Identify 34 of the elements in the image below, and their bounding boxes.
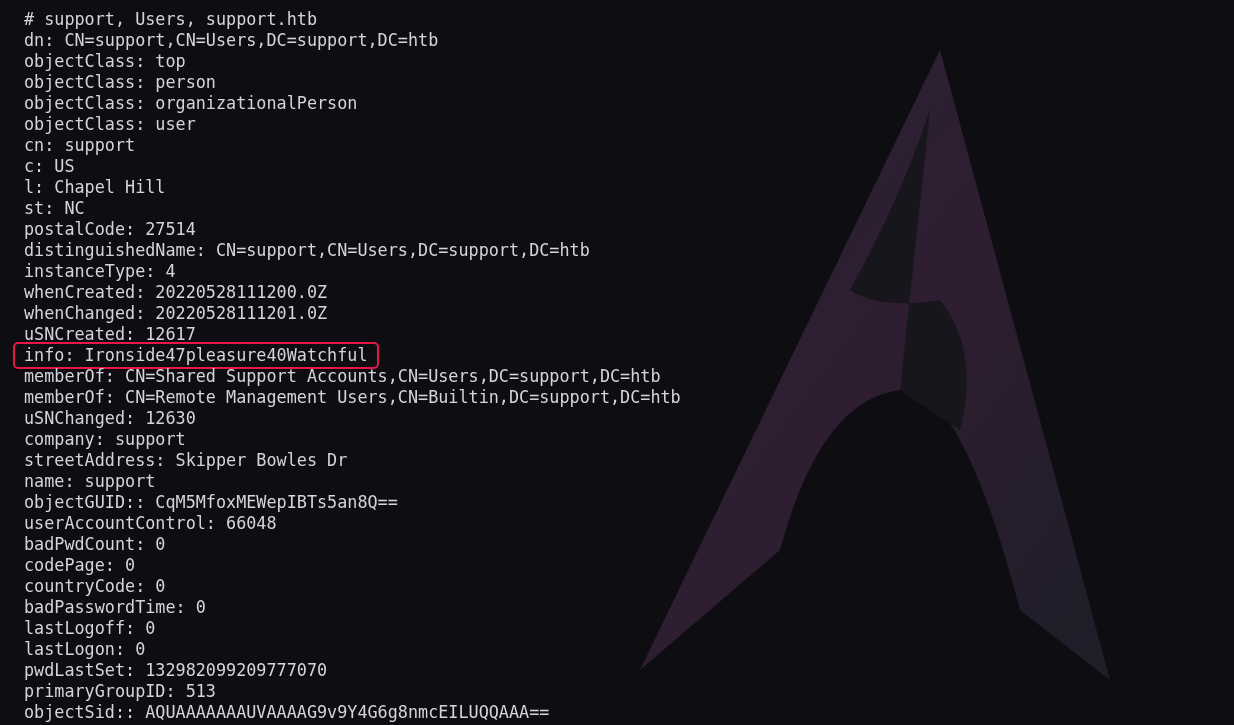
terminal-line: l: Chapel Hill bbox=[24, 177, 166, 198]
terminal-line: company: support bbox=[24, 429, 186, 450]
terminal-line: cn: support bbox=[24, 135, 136, 156]
terminal-line: postalCode: 27514 bbox=[24, 219, 196, 240]
terminal-line: badPasswordTime: 0 bbox=[24, 597, 206, 618]
highlighted-terminal-line: info: Ironside47pleasure40Watchful bbox=[16, 345, 376, 366]
terminal-line: instanceType: 4 bbox=[24, 261, 176, 282]
terminal-line: name: support bbox=[24, 471, 156, 492]
terminal-line: st: NC bbox=[24, 198, 85, 219]
terminal-line: # support, Users, support.htb bbox=[24, 9, 317, 30]
terminal-line: objectClass: person bbox=[24, 72, 216, 93]
terminal-line: memberOf: CN=Shared Support Accounts,CN=Users,DC=support,DC=htb bbox=[24, 366, 661, 387]
terminal-line: badPwdCount: 0 bbox=[24, 534, 166, 555]
terminal-line: pwdLastSet: 132982099209777070 bbox=[24, 660, 328, 681]
terminal-line: codePage: 0 bbox=[24, 555, 136, 576]
terminal-line: distinguishedName: CN=support,CN=Users,DC=support,DC=htb bbox=[24, 240, 590, 261]
terminal-line: c: US bbox=[24, 156, 75, 177]
terminal-line: whenChanged: 20220528111201.0Z bbox=[24, 303, 328, 324]
terminal-line: whenCreated: 20220528111200.0Z bbox=[24, 282, 328, 303]
terminal-line: countryCode: 0 bbox=[24, 576, 166, 597]
terminal-line: objectClass: organizationalPerson bbox=[24, 93, 358, 114]
terminal-line: lastLogoff: 0 bbox=[24, 618, 156, 639]
terminal-line: objectSid:: AQUAAAAAAAUVAAAAG9v9Y4G6g8nmcEILUQQAAA== bbox=[24, 702, 550, 723]
terminal-line: objectGUID:: CqM5MfoxMEWepIBTs5an8Q== bbox=[24, 492, 398, 513]
terminal-line: uSNChanged: 12630 bbox=[24, 408, 196, 429]
terminal-line: uSNCreated: 12617 bbox=[24, 324, 196, 345]
terminal-line: objectClass: user bbox=[24, 114, 196, 135]
terminal-line: lastLogon: 0 bbox=[24, 639, 146, 660]
terminal-line: userAccountControl: 66048 bbox=[24, 513, 277, 534]
terminal-line: memberOf: CN=Remote Management Users,CN=Builtin,DC=support,DC=htb bbox=[24, 387, 681, 408]
terminal-line: streetAddress: Skipper Bowles Dr bbox=[24, 450, 348, 471]
terminal-line: objectClass: top bbox=[24, 51, 186, 72]
terminal-line: primaryGroupID: 513 bbox=[24, 681, 216, 702]
terminal-line: dn: CN=support,CN=Users,DC=support,DC=htb bbox=[24, 30, 439, 51]
